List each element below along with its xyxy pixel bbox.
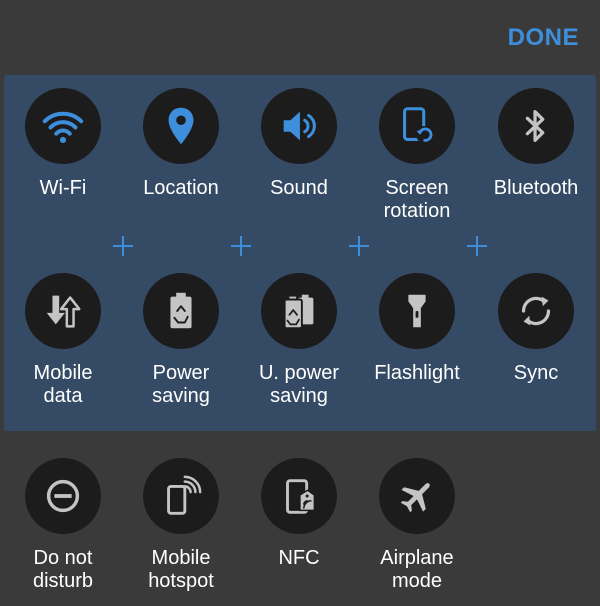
power-saving-tile[interactable]: Power saving [122,273,240,408]
ultra-power-saving-label: U. power saving [258,362,340,407]
ultra-power-saving-icon [283,294,314,330]
nfc-toggle[interactable] [261,458,337,534]
mobile-hotspot-label: Mobile hotspot [148,547,214,592]
airplane-icon [400,483,430,513]
airplane-mode-toggle[interactable] [379,458,455,534]
sync-icon [521,296,551,326]
mobile-data-label: Mobile data [33,362,93,407]
bluetooth-tile[interactable]: Bluetooth [477,88,595,200]
screen-rotation-toggle[interactable] [379,88,455,164]
nfc-tile[interactable]: NFC [240,458,358,570]
wifi-tile[interactable]: Wi-Fi [4,88,122,200]
power-saving-battery-icon [170,292,192,329]
sync-toggle[interactable] [498,273,574,349]
sync-tile[interactable]: Sync [477,273,595,385]
flashlight-tile[interactable]: Flashlight [358,273,476,385]
flashlight-toggle[interactable] [379,273,455,349]
power-saving-toggle[interactable] [143,273,219,349]
mobile-hotspot-toggle[interactable] [143,458,219,534]
sound-toggle[interactable] [261,88,337,164]
sound-tile[interactable]: Sound [240,88,358,200]
airplane-mode-tile[interactable]: Airplane mode [358,458,476,593]
bluetooth-icon [525,109,545,143]
wifi-label: Wi-Fi [39,177,87,199]
done-button[interactable]: DONE [508,24,579,52]
flashlight-label: Flashlight [374,362,460,384]
sync-label: Sync [513,362,559,384]
do-not-disturb-toggle[interactable] [25,458,101,534]
location-label: Location [143,177,219,199]
mobile-data-tile[interactable]: Mobile data [4,273,122,408]
screen-rotation-icon [403,107,434,144]
do-not-disturb-tile[interactable]: Do not disturb [4,458,122,593]
mobile-hotspot-tile[interactable]: Mobile hotspot [122,458,240,593]
flashlight-icon [408,294,426,328]
speaker-icon [283,111,316,141]
location-pin-icon [168,107,194,145]
location-tile[interactable]: Location [122,88,240,200]
plus-icon [467,236,487,256]
mobile-data-toggle[interactable] [25,273,101,349]
power-saving-label: Power saving [152,362,210,407]
location-toggle[interactable] [143,88,219,164]
nfc-icon [286,479,316,514]
sound-label: Sound [270,177,328,199]
plus-icon [349,236,369,256]
bluetooth-toggle[interactable] [498,88,574,164]
do-not-disturb-label: Do not disturb [32,547,94,592]
plus-icon [231,236,251,256]
ultra-power-saving-tile[interactable]: U. power saving [240,273,358,408]
airplane-mode-label: Airplane mode [380,547,454,592]
screen-rotation-label: Screen rotation [383,177,451,222]
plus-icon [113,236,133,256]
mobile-data-icon [46,295,81,328]
wifi-icon [42,111,84,143]
nfc-label: NFC [278,547,320,569]
mobile-hotspot-icon [167,475,202,515]
do-not-disturb-icon [46,479,80,513]
ultra-power-saving-toggle[interactable] [261,273,337,349]
wifi-toggle[interactable] [25,88,101,164]
screen-rotation-tile[interactable]: Screen rotation [358,88,476,223]
bluetooth-label: Bluetooth [493,177,579,199]
